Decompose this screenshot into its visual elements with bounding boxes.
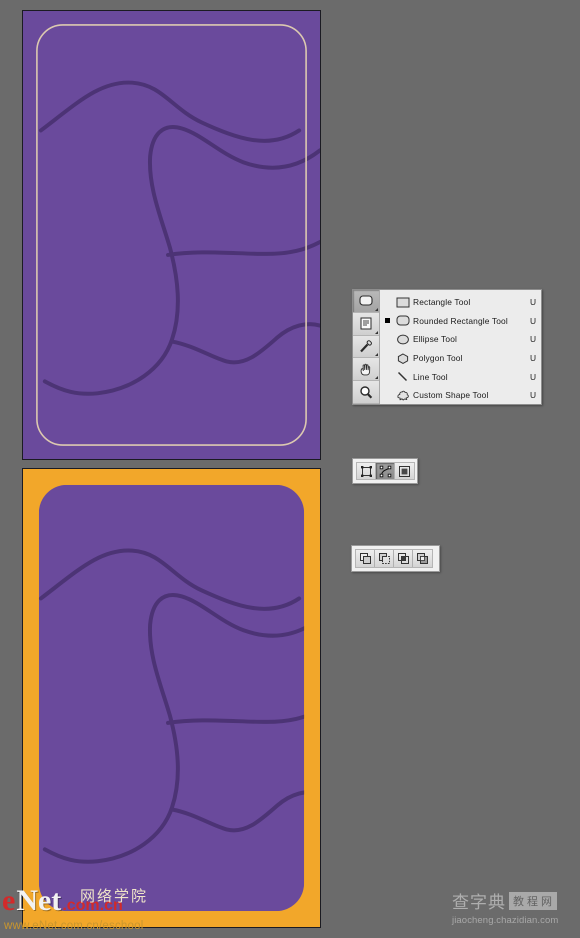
top-artwork-svg — [23, 11, 320, 459]
shape-mode-bar[interactable] — [352, 458, 418, 484]
chazidian-url: jiaocheng.chazidian.com — [452, 915, 559, 926]
tool-label: Custom Shape Tool — [413, 390, 489, 401]
add-to-path-area-button[interactable] — [356, 550, 375, 567]
tool-item-rounded-rectangle[interactable]: Rounded Rectangle Tool U — [380, 312, 541, 331]
custom-shape-icon — [393, 390, 413, 401]
exclude-overlapping-areas-button[interactable] — [413, 550, 432, 567]
toolbar-rail[interactable] — [353, 290, 380, 404]
rail-zoom-tool[interactable] — [353, 381, 379, 404]
path-icon — [379, 465, 391, 477]
tool-label: Ellipse Tool — [413, 334, 458, 345]
bottom-artwork-svg — [23, 469, 320, 927]
line-icon — [393, 371, 413, 382]
tool-shortcut: U — [529, 353, 537, 364]
exclude-shape-icon — [417, 553, 428, 564]
chazidian-chinese-text: 查字典 — [452, 893, 506, 913]
tool-item-custom-shape[interactable]: Custom Shape Tool U — [380, 386, 541, 405]
bottom-artwork — [23, 469, 320, 927]
subtract-shape-icon — [378, 553, 390, 564]
add-shape-icon — [359, 553, 371, 564]
top-artwork — [23, 11, 320, 459]
shape-tool-flyout[interactable]: Rectangle Tool U Rounded Rectangle Tool … — [352, 289, 542, 405]
rail-rounded-rectangle-tool[interactable] — [353, 290, 379, 313]
fill-pixels-button[interactable] — [395, 463, 414, 479]
selection-bullet — [382, 318, 393, 324]
top-document-canvas[interactable] — [22, 10, 321, 460]
paths-button[interactable] — [376, 463, 395, 479]
tool-label: Line Tool — [413, 371, 448, 382]
shape-layers-button[interactable] — [357, 463, 376, 479]
tool-shortcut: U — [529, 297, 537, 308]
bottom-document-canvas[interactable] — [22, 468, 321, 928]
magnifier-icon — [360, 385, 373, 399]
chazidian-watermark: 查字典 教程网 jiaocheng.chazidian.com — [452, 888, 578, 932]
subtract-from-path-area-button[interactable] — [375, 550, 394, 567]
chazidian-boxed-text: 教程网 — [509, 891, 557, 910]
tool-item-ellipse[interactable]: Ellipse Tool U — [380, 330, 541, 349]
eyedropper-icon — [360, 340, 372, 353]
tool-shortcut: U — [529, 390, 537, 401]
tool-item-polygon[interactable]: Polygon Tool U — [380, 349, 541, 368]
ellipse-icon — [393, 334, 413, 345]
tool-label: Rounded Rectangle Tool — [413, 315, 508, 326]
tool-label: Polygon Tool — [413, 353, 463, 364]
polygon-icon — [393, 353, 413, 364]
rail-notes-tool[interactable] — [353, 312, 379, 336]
rectangle-icon — [393, 297, 413, 308]
hand-icon — [360, 363, 371, 376]
shape-tool-list[interactable]: Rectangle Tool U Rounded Rectangle Tool … — [380, 290, 541, 404]
chazidian-logo: 查字典 教程网 — [452, 888, 578, 913]
tool-label: Rectangle Tool — [413, 297, 471, 308]
purple-shape-layer — [38, 484, 305, 912]
purple-rounded-rectangle — [38, 484, 305, 912]
rail-eyedropper-tool[interactable] — [353, 335, 379, 359]
path-operations-group[interactable] — [355, 549, 433, 568]
tool-shortcut: U — [529, 371, 537, 382]
rounded-rectangle-icon — [393, 315, 413, 326]
intersect-shape-icon — [397, 553, 409, 564]
rounded-rectangle-icon — [359, 295, 373, 306]
tool-item-line[interactable]: Line Tool U — [380, 367, 541, 386]
tool-item-rectangle[interactable]: Rectangle Tool U — [380, 293, 541, 312]
filled-square-icon — [399, 465, 410, 477]
rail-hand-tool[interactable] — [353, 358, 379, 382]
notes-icon — [360, 317, 372, 330]
enet-letter-e: e — [2, 884, 16, 917]
tool-shortcut: U — [529, 334, 537, 345]
shape-mode-group[interactable] — [356, 462, 415, 480]
intersect-path-areas-button[interactable] — [394, 550, 413, 567]
tool-shortcut: U — [529, 315, 537, 326]
shape-layer-icon — [360, 465, 372, 477]
path-operations-bar[interactable] — [351, 545, 440, 572]
